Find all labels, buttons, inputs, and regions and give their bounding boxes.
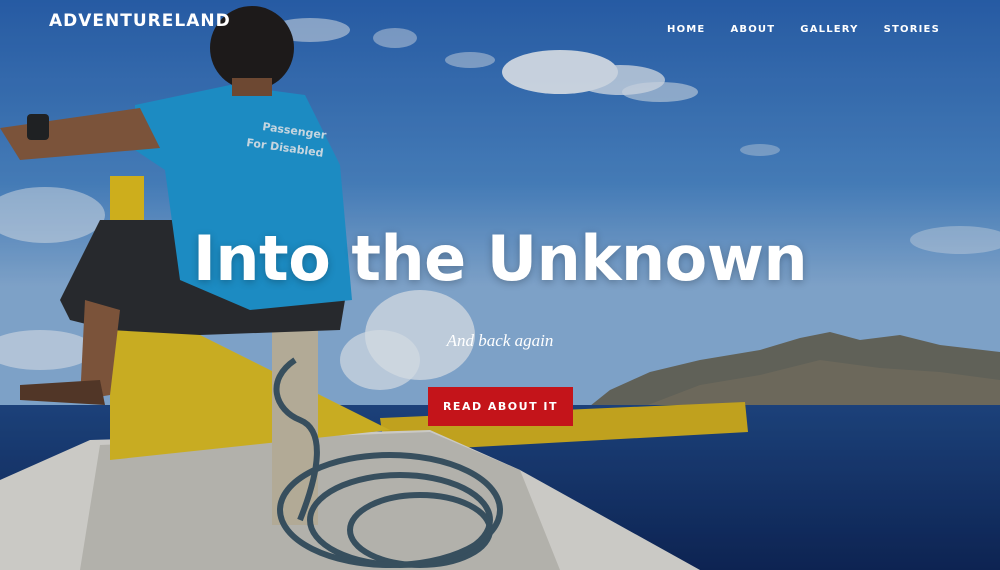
read-about-it-button[interactable]: READ ABOUT IT — [428, 387, 573, 426]
hero-subtitle: And back again — [446, 331, 554, 350]
nav-link-stories[interactable]: STORIES — [884, 24, 940, 35]
hero-title: Into the Unknown — [192, 222, 808, 295]
brand-logo-link[interactable]: ADVENTURELAND — [49, 11, 231, 31]
hero-section: Passenger For Disabled ADVENTURELAND HOM… — [0, 0, 1000, 570]
top-navbar: ADVENTURELAND HOME ABOUT GALLERY STORIES — [0, 0, 1000, 54]
nav-item-gallery: GALLERY — [800, 19, 858, 37]
nav-item-stories: STORIES — [884, 19, 940, 37]
nav-link-about[interactable]: ABOUT — [730, 24, 775, 35]
nav-item-home: HOME — [667, 19, 705, 37]
main-nav: HOME ABOUT GALLERY STORIES — [667, 19, 940, 37]
nav-item-about: ABOUT — [730, 19, 775, 37]
nav-link-gallery[interactable]: GALLERY — [800, 24, 858, 35]
nav-link-home[interactable]: HOME — [667, 24, 705, 35]
